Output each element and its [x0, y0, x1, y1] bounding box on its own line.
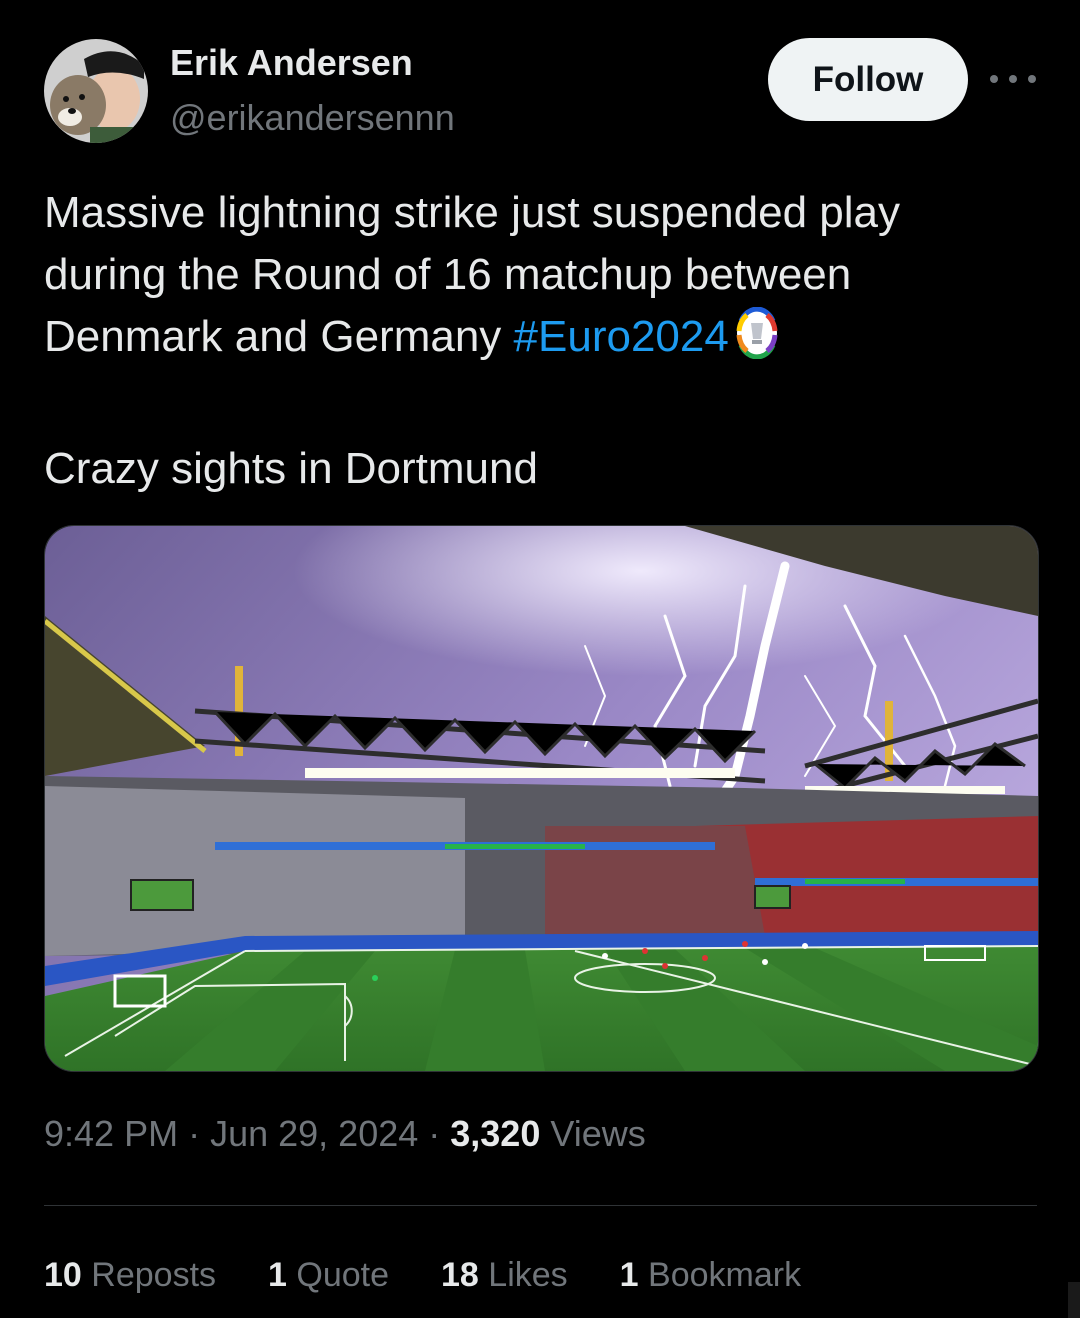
tweet-meta: 9:42 PM · Jun 29, 2024 · 3,320 Views [44, 1113, 646, 1155]
tweet-text: Massive lightning strike just suspended … [44, 182, 1034, 500]
tweet-paragraph-2: Crazy sights in Dortmund [44, 444, 538, 493]
likes-label: Likes [488, 1256, 568, 1294]
follow-button[interactable]: Follow [768, 38, 968, 121]
tweet-paragraph-1: Massive lightning strike just suspended … [44, 182, 1034, 376]
bookmarks-stat[interactable]: 1 Bookmark [620, 1256, 801, 1295]
engagement-stats: 10 Reposts 1 Quote 18 Likes 1 Bookmark [44, 1256, 853, 1296]
more-horizontal-icon[interactable] [990, 62, 1036, 96]
tweet-date[interactable]: Jun 29, 2024 [210, 1113, 418, 1154]
avatar[interactable] [44, 39, 148, 143]
bookmarks-count: 1 [619, 1256, 639, 1294]
quotes-count: 1 [268, 1256, 287, 1294]
scrollbar[interactable] [1068, 1282, 1080, 1318]
views-label: Views [540, 1113, 646, 1154]
reposts-count: 10 [44, 1256, 82, 1294]
tweet-media-photo[interactable] [44, 525, 1039, 1072]
reposts-stat[interactable]: 10 Reposts [44, 1256, 216, 1295]
author-handle[interactable]: @erikandersennn [170, 97, 455, 139]
stadium-lightning-photo [45, 526, 1038, 1071]
euro2024-trophy-icon [735, 306, 779, 376]
author-name[interactable]: Erik Andersen [170, 42, 413, 84]
likes-stat[interactable]: 18 Likes [441, 1256, 568, 1295]
divider [44, 1205, 1037, 1206]
meta-separator-1: · [178, 1113, 211, 1154]
reposts-label: Reposts [91, 1256, 217, 1294]
meta-separator-2: · [418, 1113, 451, 1154]
tweet-time[interactable]: 9:42 PM [44, 1113, 178, 1154]
avatar-image [44, 39, 148, 143]
views-count: 3,320 [450, 1113, 541, 1154]
bookmarks-label: Bookmark [648, 1256, 802, 1294]
hashtag-link[interactable]: #Euro2024 [514, 312, 729, 361]
quotes-label: Quote [296, 1256, 390, 1294]
likes-count: 18 [441, 1256, 479, 1294]
quotes-stat[interactable]: 1 Quote [268, 1256, 389, 1295]
